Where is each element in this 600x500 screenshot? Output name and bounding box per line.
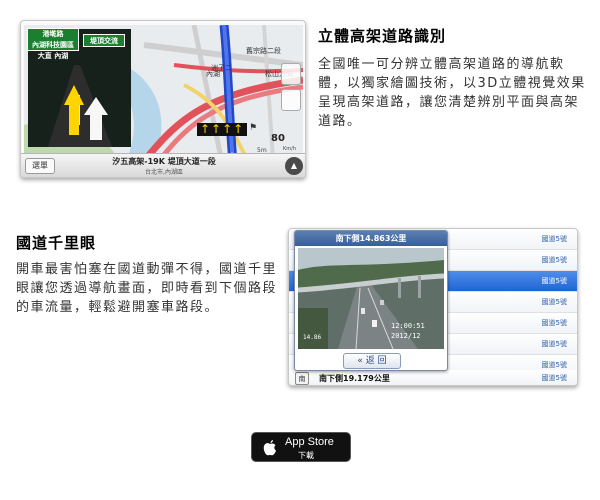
download-label: 下載 xyxy=(298,451,314,460)
zoom-out-button[interactable] xyxy=(281,89,301,111)
list-item-value: 國道5號 xyxy=(541,361,567,369)
speed-unit: Km/h xyxy=(283,146,297,152)
camera-popup: 南下側14.863公里 12:00:51 2012/12 14.86 « 返 回 xyxy=(294,230,448,371)
back-button-label: 返 回 xyxy=(365,356,387,366)
list-item-value: 國道5號 xyxy=(541,319,567,327)
nav-bottom-bar: 選單 汐五高架-19K 堤頂大道一段 台北市,內湖區 ▲ xyxy=(21,153,305,177)
apple-logo-icon xyxy=(263,440,276,456)
lane-arrows-icon: ↑↑↑↑ xyxy=(197,123,248,136)
list-item-value: 國道5號 xyxy=(541,256,567,264)
list-item-value: 國道5號 xyxy=(541,235,567,243)
list-item-value: 國道5號 xyxy=(541,340,567,348)
expand-up-icon[interactable]: ▲ xyxy=(285,157,303,175)
map-road-label: 內湖 xyxy=(206,70,220,78)
direction-icon: 南 xyxy=(295,372,309,385)
section2-heading: 國道千里眼 xyxy=(16,234,97,252)
zoom-in-button[interactable] xyxy=(281,63,301,85)
list-item-value: 國道5號 xyxy=(541,298,567,306)
section2-description: 開車最害怕塞在國道動彈不得，國道千里眼讓您透過導航畫面，即時看到下個路段的車流量… xyxy=(16,262,278,315)
back-button[interactable]: « 返 回 xyxy=(343,353,401,369)
app-store-download-button[interactable]: App Store 下載 xyxy=(251,432,351,462)
list-item-bottom[interactable]: 南 南下側19.179公里 國道5號 xyxy=(289,370,577,385)
section1-description: 全國唯一可分辨立體高架道路的導航軟體，以獨家繪圖技術，以3D立體視覺效果呈現高架… xyxy=(318,57,586,129)
highway-camera-screenshot: 國道5號 國道5號 國道5號 國道5號 國道5號 國道5號 國道5號 南 南下側… xyxy=(288,228,578,386)
map-road-label: 舊宗路二段 xyxy=(246,47,281,55)
list-item-value: 國道5號 xyxy=(541,277,567,285)
destination-flag-icon: ⚑ xyxy=(249,123,258,133)
double-chevron-left-icon: « xyxy=(357,356,363,366)
current-district: 台北市,內湖區 xyxy=(145,169,183,176)
list-item-label: 南下側19.179公里 xyxy=(319,374,390,383)
current-road-name: 汐五高架-19K 堤頂大道一段 xyxy=(112,157,216,166)
camera-date: 2012/12 xyxy=(391,332,421,340)
camera-timestamp: 12:00:51 xyxy=(391,322,425,330)
junction-sign-main: 港墘路 內湖科技園區 大直 內湖 xyxy=(27,28,79,60)
junction-sign-side: 堤頂交流 xyxy=(83,34,125,47)
speed-value: 80 xyxy=(271,133,285,144)
app-store-label: App Store xyxy=(285,436,334,448)
list-item-value: 國道5號 xyxy=(541,374,567,382)
camera-km: 14.86 xyxy=(303,334,322,341)
elevated-road-screenshot: 港墘路 內湖科技園區 大直 內湖 堤頂交流 舊宗路二段 洲子二 松山方向 內湖 … xyxy=(20,20,306,178)
camera-popup-title: 南下側14.863公里 xyxy=(295,231,447,246)
section1-heading: 立體高架道路識別 xyxy=(318,27,447,45)
